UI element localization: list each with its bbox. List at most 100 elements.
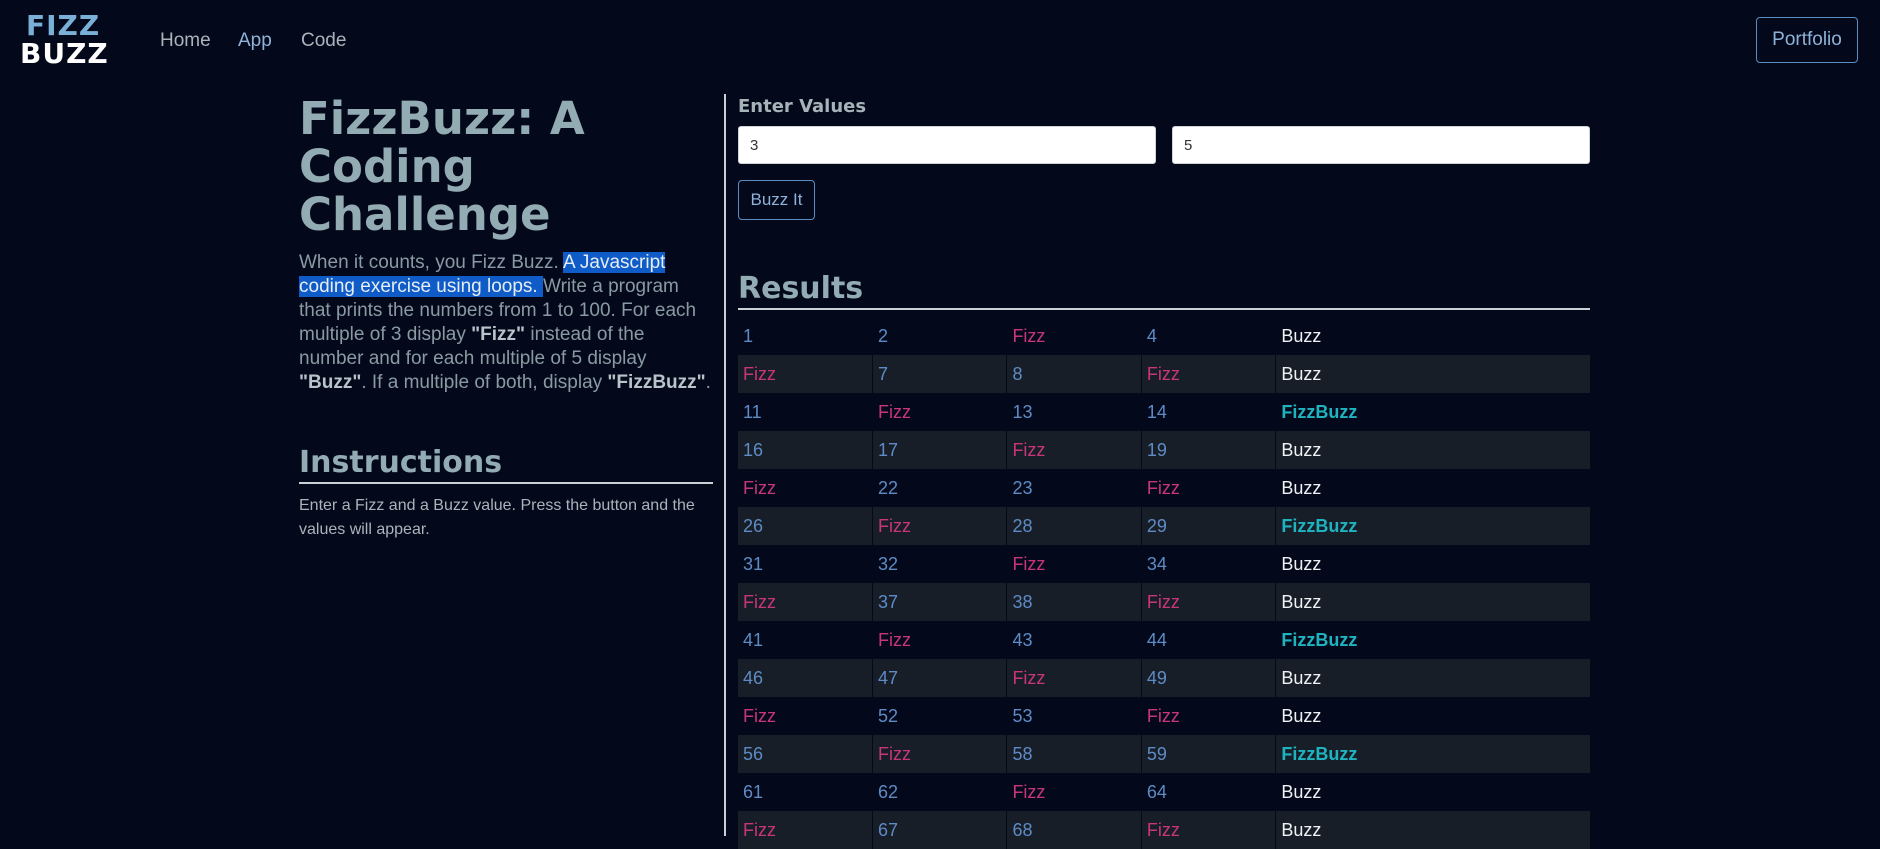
fizz-value-input[interactable]	[738, 126, 1156, 164]
nav-link-code[interactable]: Code	[301, 30, 346, 52]
navbar: FIZZ BUZZ Home App Code Portfolio	[0, 0, 1880, 84]
logo-line-2: BUZZ	[20, 37, 109, 70]
intro-text-3: . If a multiple of both, display	[361, 372, 608, 393]
result-cell: Buzz	[1275, 773, 1590, 811]
result-cell: 8	[1006, 355, 1142, 393]
result-cell: 46	[738, 659, 873, 697]
result-cell: 44	[1140, 621, 1276, 659]
nav-link-home[interactable]: Home	[160, 30, 211, 52]
result-cell: 34	[1140, 545, 1276, 583]
result-cell: Buzz	[1275, 317, 1590, 355]
result-cell: FizzBuzz	[1275, 507, 1590, 545]
result-cell: Buzz	[1275, 583, 1590, 621]
result-cell: 11	[743, 401, 762, 422]
result-cell: 59	[1140, 735, 1276, 773]
result-cell: 17	[871, 431, 1007, 469]
intro-paragraph: When it counts, you Fizz Buzz. A Javascr…	[299, 251, 713, 395]
enter-values-label: Enter Values	[738, 96, 867, 117]
result-cell: Fizz	[1140, 469, 1276, 507]
result-cell: Fizz	[1006, 317, 1142, 355]
table-row: 61 62 Fizz 64 Buzz	[738, 773, 1590, 811]
table-row: 11 Fizz 13 14 FizzBuzz	[738, 393, 1590, 431]
result-cell: 2	[871, 317, 1007, 355]
result-cell: 53	[1006, 697, 1142, 735]
result-cell: 7	[871, 355, 1007, 393]
result-cell: 13	[1006, 393, 1142, 431]
result-cell: Fizz	[743, 477, 776, 498]
result-cell: 37	[871, 583, 1007, 621]
result-cell: 22	[871, 469, 1007, 507]
result-cell: 68	[1006, 811, 1142, 849]
result-cell: 58	[1006, 735, 1142, 773]
intro-text-lead: When it counts, you Fizz Buzz.	[299, 252, 563, 273]
result-cell: Fizz	[1140, 583, 1276, 621]
result-cell: Fizz	[1006, 773, 1142, 811]
result-cell: Fizz	[871, 621, 1007, 659]
result-cell: 14	[1140, 393, 1276, 431]
result-cell: 31	[743, 553, 764, 574]
buzz-it-button[interactable]: Buzz It	[738, 180, 815, 220]
result-cell: Fizz	[871, 507, 1007, 545]
result-cell: 16	[738, 431, 873, 469]
buzz-value-input[interactable]	[1172, 126, 1590, 164]
table-row: 26 Fizz 28 29 FizzBuzz	[738, 507, 1590, 545]
logo-line-1: FIZZ	[26, 9, 101, 42]
result-cell: 23	[1006, 469, 1142, 507]
result-cell: 29	[1140, 507, 1276, 545]
result-cell: 4	[1140, 317, 1276, 355]
nav-link-app[interactable]: App	[238, 30, 272, 52]
result-cell: Fizz	[1006, 659, 1142, 697]
table-row: 41 Fizz 43 44 FizzBuzz	[738, 621, 1590, 659]
result-cell: Buzz	[1275, 659, 1590, 697]
table-row: Fizz 22 23 Fizz Buzz	[738, 469, 1590, 507]
table-row: 16 17 Fizz 19 Buzz	[738, 431, 1590, 469]
instructions-title: Instructions	[299, 445, 713, 484]
result-cell: Fizz	[1140, 697, 1276, 735]
intro-buzz-quote: "Buzz"	[299, 372, 362, 393]
table-row: 1 2 Fizz 4 Buzz	[738, 317, 1590, 355]
result-cell: FizzBuzz	[1275, 621, 1590, 659]
result-cell: 67	[871, 811, 1007, 849]
result-cell: Fizz	[1140, 811, 1276, 849]
result-cell: 26	[738, 507, 873, 545]
intro-column: FizzBuzz: A Coding Challenge When it cou…	[299, 95, 713, 542]
fizzbuzz-logo[interactable]: FIZZ BUZZ	[20, 12, 124, 70]
instructions-text: Enter a Fizz and a Buzz value. Press the…	[299, 497, 695, 538]
result-cell: 28	[1006, 507, 1142, 545]
results-title: Results	[738, 270, 1590, 310]
result-cell: Fizz	[1140, 355, 1276, 393]
portfolio-button[interactable]: Portfolio	[1756, 17, 1858, 63]
result-cell: Fizz	[738, 355, 873, 393]
result-cell: Fizz	[871, 393, 1007, 431]
page-title: FizzBuzz: A Coding Challenge	[299, 92, 585, 241]
column-divider	[724, 94, 726, 836]
result-cell: Buzz	[1275, 355, 1590, 393]
result-cell: Fizz	[738, 583, 873, 621]
result-cell: Buzz	[1275, 545, 1590, 583]
result-cell: Fizz	[743, 705, 776, 726]
result-cell: Buzz	[1275, 811, 1590, 849]
result-cell: 41	[743, 629, 764, 650]
result-cell: 64	[1140, 773, 1276, 811]
intro-fizzbuzz-quote: "FizzBuzz"	[607, 372, 706, 393]
result-cell: 19	[1140, 431, 1276, 469]
result-cell: Buzz	[1275, 469, 1590, 507]
table-row: 56 Fizz 58 59 FizzBuzz	[738, 735, 1590, 773]
result-cell: 49	[1140, 659, 1276, 697]
result-cell: Fizz	[1006, 545, 1142, 583]
result-cell: 1	[743, 325, 754, 346]
result-cell: Buzz	[1275, 697, 1590, 735]
result-cell: 38	[1006, 583, 1142, 621]
table-row: 46 47 Fizz 49 Buzz	[738, 659, 1590, 697]
result-cell: Fizz	[1006, 431, 1142, 469]
result-cell: 62	[871, 773, 1007, 811]
result-cell: 52	[871, 697, 1007, 735]
result-cell: Buzz	[1275, 431, 1590, 469]
result-cell: 56	[738, 735, 873, 773]
table-row: Fizz 37 38 Fizz Buzz	[738, 583, 1590, 621]
result-cell: Fizz	[871, 735, 1007, 773]
table-row: 31 32 Fizz 34 Buzz	[738, 545, 1590, 583]
intro-text-4: .	[705, 372, 711, 393]
result-cell: FizzBuzz	[1275, 735, 1590, 773]
results-table: 1 2 Fizz 4 Buzz Fizz 7 8 Fizz Buzz 11 Fizz 13 14 FizzB…	[738, 317, 1590, 849]
